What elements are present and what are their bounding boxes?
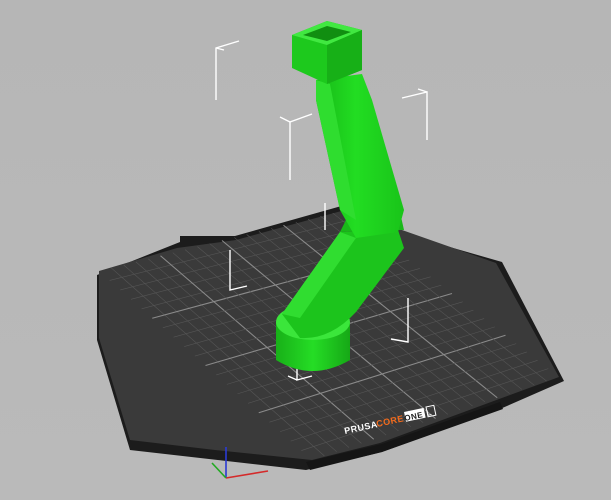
scene-canvas[interactable]: PRUSA CORE ONE L (0, 0, 611, 500)
3d-viewport[interactable]: PRUSA CORE ONE L (0, 0, 611, 500)
